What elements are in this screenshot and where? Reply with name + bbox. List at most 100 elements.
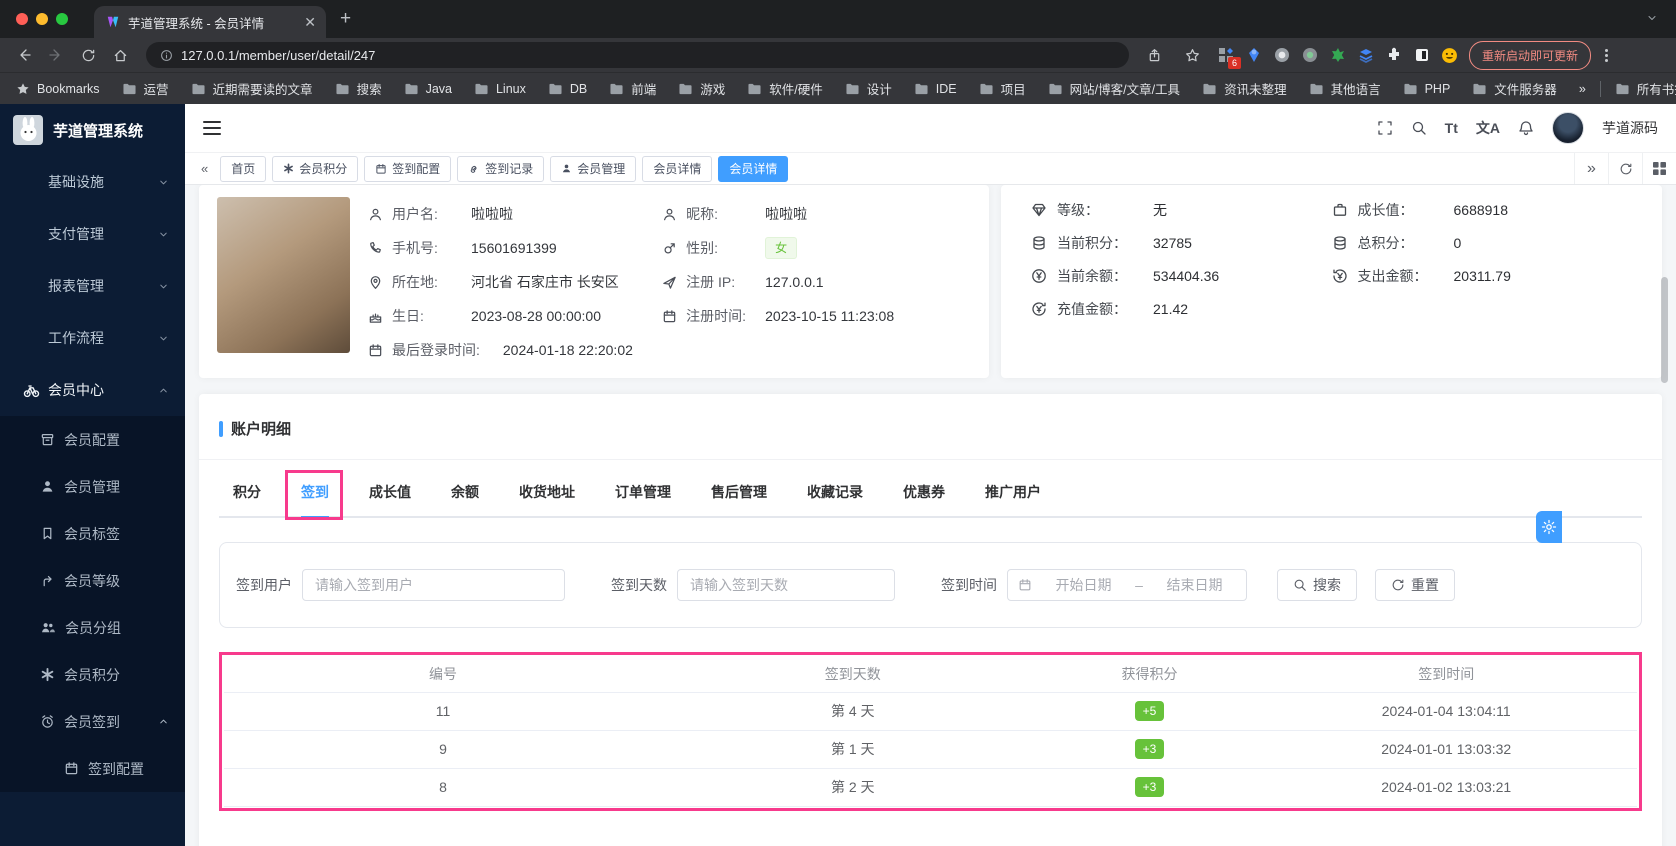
signin-date-range-picker[interactable]: 开始日期 – 结束日期 <box>1007 569 1247 601</box>
bookmark-folder[interactable]: DB <box>548 82 587 96</box>
sidebar-item-member-manage[interactable]: 会员管理 <box>0 463 185 510</box>
address-bar[interactable]: 127.0.0.1/member/user/detail/247 <box>146 42 1129 68</box>
tab-orders[interactable]: 订单管理 <box>615 482 671 516</box>
share-icon[interactable] <box>1141 41 1169 69</box>
tag-signin-config[interactable]: 签到配置 <box>364 155 452 182</box>
bell-icon[interactable] <box>1518 120 1534 136</box>
browser-menu-icon[interactable] <box>1601 48 1612 62</box>
sidebar-item-workflow[interactable]: 工作流程 <box>0 312 185 364</box>
translate-icon[interactable]: 文A <box>1476 118 1500 138</box>
sidebar-item-member-signin[interactable]: 会员签到 <box>0 698 185 745</box>
table-row[interactable]: 9 第 1 天 +3 2024-01-01 13:03:32 <box>224 730 1637 769</box>
extension-window-icon[interactable] <box>1413 46 1431 64</box>
maximize-window-button[interactable] <box>56 13 68 25</box>
tab-points[interactable]: 积分 <box>233 482 261 516</box>
browser-tab[interactable]: 芋道管理系统 - 会员详情 ✕ <box>94 6 326 38</box>
user-avatar[interactable] <box>1552 112 1584 144</box>
extension-layers-blue-icon[interactable] <box>1357 46 1375 64</box>
signin-user-input[interactable] <box>302 569 565 601</box>
minimize-window-button[interactable] <box>36 13 48 25</box>
browser-update-button[interactable]: 重新启动即可更新 <box>1468 40 1591 70</box>
bookmark-folder[interactable]: 运营 <box>122 79 169 98</box>
tags-scroll-right-icon[interactable]: » <box>1574 153 1608 184</box>
username[interactable]: 芋道源码 <box>1602 118 1658 138</box>
tab-coupons[interactable]: 优惠券 <box>903 482 945 516</box>
extension-grid-icon[interactable]: 6 <box>1217 46 1241 69</box>
tag-signin-record[interactable]: 签到记录 <box>457 155 545 182</box>
extension-circle-green-icon[interactable] <box>1301 46 1319 64</box>
sidebar-item-infrastructure[interactable]: 基础设施 <box>0 156 185 208</box>
tab-favorites[interactable]: 收藏记录 <box>807 482 863 516</box>
search-icon[interactable] <box>1411 120 1427 136</box>
bookmark-folder[interactable]: 近期需要读的文章 <box>191 79 313 98</box>
app-logo[interactable]: 芋道管理系统 <box>0 104 185 156</box>
tab-aftersale[interactable]: 售后管理 <box>711 482 767 516</box>
tab-promotion[interactable]: 推广用户 <box>985 482 1041 516</box>
tab-close-icon[interactable]: ✕ <box>304 14 316 31</box>
reload-button[interactable] <box>74 41 102 69</box>
bookmark-folder[interactable]: 其他语言 <box>1309 79 1381 98</box>
extension-circle-gray-icon[interactable] <box>1273 46 1291 64</box>
extension-puzzle-icon[interactable] <box>1385 46 1403 64</box>
tab-balance[interactable]: 余额 <box>451 482 479 516</box>
extension-pin-icon[interactable] <box>1245 46 1263 64</box>
close-window-button[interactable] <box>16 13 28 25</box>
sidebar-item-member-level[interactable]: 会员等级 <box>0 557 185 604</box>
tag-member-detail-active[interactable]: 会员详情 <box>718 155 789 182</box>
bookmark-folder[interactable]: 搜索 <box>335 79 382 98</box>
sidebar-item-member-tag[interactable]: 会员标签 <box>0 510 185 557</box>
bookmark-folder[interactable]: 项目 <box>979 79 1026 98</box>
sidebar-item-member-points[interactable]: 会员积分 <box>0 651 185 698</box>
info-icon[interactable] <box>160 49 173 62</box>
layout-grid-icon[interactable] <box>1642 153 1676 184</box>
bookmark-folder[interactable]: IDE <box>914 82 957 96</box>
sidebar-item-signin-config[interactable]: 签到配置 <box>0 745 185 792</box>
cell-points: +3 <box>1043 730 1256 769</box>
page-scrollbar-thumb[interactable] <box>1661 277 1668 383</box>
bookmarks-overflow-icon[interactable]: » <box>1579 82 1586 96</box>
fullscreen-icon[interactable] <box>1377 120 1393 136</box>
signin-days-input[interactable] <box>677 569 895 601</box>
refresh-icon[interactable] <box>1608 153 1642 184</box>
sidebar-item-member-config[interactable]: 会员配置 <box>0 416 185 463</box>
reset-button[interactable]: 重置 <box>1375 569 1455 601</box>
sidebar-item-member-center[interactable]: 会员中心 <box>0 364 185 416</box>
bookmark-folder[interactable]: 文件服务器 <box>1472 79 1557 98</box>
extension-emoji-icon[interactable] <box>1441 46 1459 64</box>
bookmark-folder[interactable]: 设计 <box>845 79 892 98</box>
tag-member-points[interactable]: 会员积分 <box>272 155 359 182</box>
tag-home[interactable]: 首页 <box>220 155 267 182</box>
tag-member-manage[interactable]: 会员管理 <box>550 155 637 182</box>
bookmark-folder[interactable]: 网站/博客/文章/工具 <box>1048 79 1180 98</box>
sidebar-item-payment[interactable]: 支付管理 <box>0 208 185 260</box>
new-tab-button[interactable]: + <box>340 8 351 30</box>
tab-growth[interactable]: 成长值 <box>369 482 411 516</box>
bookmark-folder[interactable]: 游戏 <box>678 79 725 98</box>
back-button[interactable] <box>10 41 38 69</box>
forward-button[interactable] <box>42 41 70 69</box>
tags-scroll-left-icon[interactable]: « <box>195 161 214 176</box>
settings-fab[interactable] <box>1536 511 1562 543</box>
bookmark-folder[interactable]: Java <box>404 82 452 96</box>
bookmark-folder[interactable]: 资讯未整理 <box>1202 79 1287 98</box>
sidebar-item-report[interactable]: 报表管理 <box>0 260 185 312</box>
table-row[interactable]: 8 第 2 天 +3 2024-01-02 13:03:21 <box>224 768 1637 807</box>
fontsize-icon[interactable]: Tt <box>1445 120 1458 136</box>
tag-member-detail[interactable]: 会员详情 <box>642 155 713 182</box>
search-button[interactable]: 搜索 <box>1277 569 1357 601</box>
bookmark-folder[interactable]: Linux <box>474 82 526 96</box>
tab-address[interactable]: 收货地址 <box>519 482 575 516</box>
bookmarks-manager-item[interactable]: Bookmarks <box>16 82 100 96</box>
tab-signin[interactable]: 签到 <box>301 482 329 518</box>
bookmark-folder[interactable]: 前端 <box>609 79 656 98</box>
bookmark-folder[interactable]: PHP <box>1403 82 1450 96</box>
bookmark-star-icon[interactable] <box>1179 41 1207 69</box>
hamburger-icon[interactable] <box>203 121 221 135</box>
all-bookmarks-item[interactable]: 所有书签 <box>1615 79 1676 98</box>
extension-star-green-icon[interactable] <box>1329 46 1347 64</box>
sidebar-item-member-group[interactable]: 会员分组 <box>0 604 185 651</box>
table-row[interactable]: 11 第 4 天 +5 2024-01-04 13:04:11 <box>224 692 1637 731</box>
home-button[interactable] <box>106 41 134 69</box>
chevron-down-icon[interactable] <box>1646 12 1658 24</box>
bookmark-folder[interactable]: 软件/硬件 <box>747 79 823 98</box>
